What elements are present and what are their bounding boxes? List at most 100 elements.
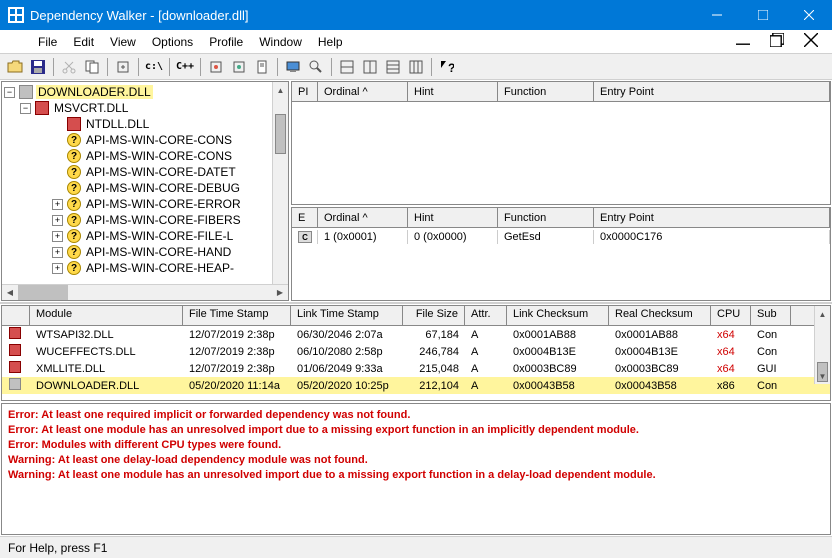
menu-edit[interactable]: Edit [65, 35, 102, 49]
expand-icon[interactable]: + [52, 215, 63, 226]
system-info-button[interactable] [282, 56, 304, 78]
col-subsystem[interactable]: Sub [751, 306, 791, 325]
menu-help[interactable]: Help [310, 35, 351, 49]
layout-button-3[interactable] [382, 56, 404, 78]
full-paths-button[interactable]: c:\ [143, 56, 165, 78]
view-button-2[interactable] [228, 56, 250, 78]
col-linkchecksum[interactable]: Link Checksum [507, 306, 609, 325]
module-row[interactable]: XMLLITE.DLL12/07/2019 2:38p01/06/2049 9:… [2, 360, 830, 377]
col-hint[interactable]: Hint [408, 82, 498, 101]
module-row[interactable]: DOWNLOADER.DLL05/20/2020 11:14a05/20/202… [2, 377, 830, 394]
tree-item[interactable]: +?API-MS-WIN-CORE-FILE-L [4, 228, 286, 244]
col-entrypoint[interactable]: Entry Point [594, 82, 830, 101]
cell: 12/07/2019 2:38p [183, 329, 291, 341]
module-tree-pane[interactable]: − DOWNLOADER.DLL − MSVCRT.DLL NTDLL.DLL?… [1, 81, 289, 301]
col-filesize[interactable]: File Size [403, 306, 465, 325]
col-e[interactable]: E [292, 208, 318, 227]
menu-view[interactable]: View [102, 35, 144, 49]
layout-button-4[interactable] [405, 56, 427, 78]
open-button[interactable] [4, 56, 26, 78]
menu-options[interactable]: Options [144, 35, 201, 49]
tree-item[interactable]: NTDLL.DLL [4, 116, 286, 132]
cell: A [465, 380, 507, 392]
auto-expand-button[interactable] [112, 56, 134, 78]
tree-root-label: DOWNLOADER.DLL [36, 85, 153, 99]
cell: x86 [711, 380, 751, 392]
col-ordinal[interactable]: Ordinal ^ [318, 82, 408, 101]
maximize-button[interactable] [740, 0, 786, 30]
tree-item[interactable]: ?API-MS-WIN-CORE-CONS [4, 132, 286, 148]
log-pane[interactable]: Error: At least one required implicit or… [1, 403, 831, 535]
minimize-button[interactable] [694, 0, 740, 30]
layout-button-1[interactable] [336, 56, 358, 78]
layout-button-2[interactable] [359, 56, 381, 78]
module-row[interactable]: WTSAPI32.DLL12/07/2019 2:38p06/30/2046 2… [2, 326, 830, 343]
menu-window[interactable]: Window [251, 35, 310, 49]
tree-item[interactable]: − MSVCRT.DLL [4, 100, 286, 116]
cell: A [465, 329, 507, 341]
tree-root[interactable]: − DOWNLOADER.DLL [4, 84, 286, 100]
tree-item[interactable]: ?API-MS-WIN-CORE-DATET [4, 164, 286, 180]
col-module[interactable]: Module [30, 306, 183, 325]
copy-button[interactable] [81, 56, 103, 78]
vertical-scrollbar[interactable]: ▲ [272, 82, 288, 284]
col-function[interactable]: Function [498, 82, 594, 101]
cell: 01/06/2049 9:33a [291, 363, 403, 375]
tree-label: API-MS-WIN-CORE-HAND [84, 245, 233, 259]
cell: 12/07/2019 2:38p [183, 346, 291, 358]
horizontal-scrollbar[interactable]: ◀▶ [2, 284, 288, 300]
view-button-1[interactable] [205, 56, 227, 78]
save-button[interactable] [27, 56, 49, 78]
mdi-minimize-button[interactable] [728, 33, 758, 50]
col-realchecksum[interactable]: Real Checksum [609, 306, 711, 325]
expand-icon[interactable]: + [52, 199, 63, 210]
vertical-scrollbar[interactable]: ▲▼ [814, 306, 830, 384]
col-filetime[interactable]: File Time Stamp [183, 306, 291, 325]
window-title: Dependency Walker - [downloader.dll] [30, 8, 694, 23]
tree-item[interactable]: +?API-MS-WIN-CORE-ERROR [4, 196, 286, 212]
module-row[interactable]: WUCEFFECTS.DLL12/07/2019 2:38p06/10/2080… [2, 343, 830, 360]
module-icon: ? [67, 181, 81, 195]
grid-header[interactable]: PI Ordinal ^ Hint Function Entry Point [292, 82, 830, 102]
close-button[interactable] [786, 0, 832, 30]
tree-item[interactable]: +?API-MS-WIN-CORE-HAND [4, 244, 286, 260]
expand-icon[interactable]: + [52, 231, 63, 242]
module-list-pane[interactable]: Module File Time Stamp Link Time Stamp F… [1, 305, 831, 401]
module-error-icon [35, 101, 49, 115]
imports-grid[interactable]: PI Ordinal ^ Hint Function Entry Point [291, 81, 831, 205]
col-linktime[interactable]: Link Time Stamp [291, 306, 403, 325]
tree-item[interactable]: ?API-MS-WIN-CORE-CONS [4, 148, 286, 164]
grid-header[interactable]: E Ordinal ^ Hint Function Entry Point [292, 208, 830, 228]
tree-label: NTDLL.DLL [84, 117, 151, 131]
tree-item[interactable]: +?API-MS-WIN-CORE-HEAP- [4, 260, 286, 276]
context-help-button[interactable]: ? [436, 56, 458, 78]
export-row[interactable]: C 1 (0x0001) 0 (0x0000) GetEsd 0x0000C17… [292, 228, 830, 246]
mdi-close-button[interactable] [796, 33, 826, 50]
col-attr[interactable]: Attr. [465, 306, 507, 325]
col-pi[interactable]: PI [292, 82, 318, 101]
undecorate-button[interactable]: C++ [174, 56, 196, 78]
col-entrypoint[interactable]: Entry Point [594, 208, 830, 227]
content-area: − DOWNLOADER.DLL − MSVCRT.DLL NTDLL.DLL?… [0, 80, 832, 536]
list-header[interactable]: Module File Time Stamp Link Time Stamp F… [2, 306, 830, 326]
tree-item[interactable]: ?API-MS-WIN-CORE-DEBUG [4, 180, 286, 196]
col-function[interactable]: Function [498, 208, 594, 227]
collapse-icon[interactable]: − [20, 103, 31, 114]
cell: A [465, 346, 507, 358]
cell: x64 [711, 329, 751, 341]
exports-grid[interactable]: E Ordinal ^ Hint Function Entry Point C … [291, 207, 831, 301]
cut-button[interactable] [58, 56, 80, 78]
col-cpu[interactable]: CPU [711, 306, 751, 325]
expand-icon[interactable]: + [52, 247, 63, 258]
expand-icon[interactable]: + [52, 263, 63, 274]
menu-file[interactable]: File [30, 35, 65, 49]
properties-button[interactable] [251, 56, 273, 78]
configure-search-button[interactable] [305, 56, 327, 78]
cell: 0x0000C176 [594, 230, 830, 244]
mdi-restore-button[interactable] [762, 33, 792, 50]
menu-profile[interactable]: Profile [201, 35, 251, 49]
col-ordinal[interactable]: Ordinal ^ [318, 208, 408, 227]
col-hint[interactable]: Hint [408, 208, 498, 227]
tree-item[interactable]: +?API-MS-WIN-CORE-FIBERS [4, 212, 286, 228]
collapse-icon[interactable]: − [4, 87, 15, 98]
